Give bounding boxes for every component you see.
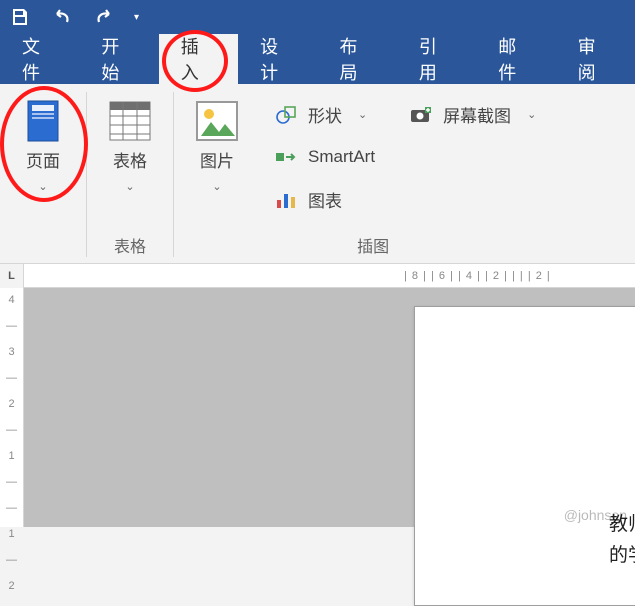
tab-label: 审阅 xyxy=(578,33,613,85)
ribbon: 页面 ⌄ 表格 ⌄ 表格 图片 ⌄ 形状 xyxy=(0,84,635,264)
quick-access-toolbar: ▾ xyxy=(0,0,635,34)
horizontal-ruler[interactable]: | 8 | | 6 | | 4 | | 2 | | | | 2 | xyxy=(24,264,635,287)
tab-label: 布局 xyxy=(340,33,375,85)
ruler-v-mark: 1 xyxy=(8,528,14,540)
ruler-row: L | 8 | | 6 | | 4 | | 2 | | | | 2 | xyxy=(0,264,635,288)
pages-button[interactable]: 页面 ⌄ xyxy=(14,94,72,197)
ruler-v-mark: — xyxy=(6,424,17,436)
ruler-v-mark: — xyxy=(6,372,17,384)
tab-references[interactable]: 引用 xyxy=(397,34,476,84)
smartart-label: SmartArt xyxy=(308,147,375,167)
watermark: @johnson xyxy=(564,507,627,523)
ribbon-group-illustrations: 图片 ⌄ 形状 ⌄ SmartArt 图表 xyxy=(174,84,572,263)
chevron-down-icon: ⌄ xyxy=(212,180,221,193)
chevron-down-icon: ⌄ xyxy=(38,180,47,193)
ruler-v-mark: 1 xyxy=(8,450,14,462)
screenshot-button[interactable]: 屏幕截图 ⌄ xyxy=(403,100,542,129)
chart-icon xyxy=(274,188,298,212)
ruler-v-mark: 2 xyxy=(8,398,14,410)
table-icon xyxy=(107,98,153,144)
qat-dropdown-icon[interactable]: ▾ xyxy=(134,12,144,23)
pages-icon xyxy=(20,98,66,144)
document-canvas[interactable]: 教师 的学 xyxy=(24,288,635,527)
picture-icon xyxy=(194,98,240,144)
ruler-v-mark: 3 xyxy=(8,346,14,358)
illustrations-small-buttons: 形状 ⌄ SmartArt 图表 xyxy=(268,94,381,214)
pictures-button[interactable]: 图片 ⌄ xyxy=(188,94,246,197)
ruler-h-marks: | 8 | | 6 | | 4 | | 2 | | | | 2 | xyxy=(404,270,551,282)
text-line: 的学 xyxy=(609,541,635,571)
ruler-v-mark: — xyxy=(6,502,17,514)
tab-insert[interactable]: 插入 xyxy=(159,34,238,84)
chevron-down-icon: ⌄ xyxy=(125,180,134,193)
table-label: 表格 xyxy=(113,152,147,172)
tab-home[interactable]: 开始 xyxy=(79,34,158,84)
table-button[interactable]: 表格 ⌄ xyxy=(101,94,159,197)
ribbon-group-tables: 表格 ⌄ 表格 xyxy=(87,84,173,263)
pictures-label: 图片 xyxy=(200,152,234,172)
pages-label: 页面 xyxy=(26,152,60,172)
ruler-v-mark: — xyxy=(6,320,17,332)
illustrations-small-buttons-2: 屏幕截图 ⌄ xyxy=(403,94,542,129)
tab-label: 开始 xyxy=(101,33,136,85)
undo-icon[interactable] xyxy=(50,5,74,29)
tab-label: 插入 xyxy=(181,33,216,85)
smartart-button[interactable]: SmartArt xyxy=(268,143,381,171)
tab-label: 引用 xyxy=(419,33,454,85)
group-label-tables: 表格 xyxy=(87,233,173,257)
tab-mailings[interactable]: 邮件 xyxy=(476,34,555,84)
chevron-down-icon: ⌄ xyxy=(527,108,536,121)
tab-layout[interactable]: 布局 xyxy=(318,34,397,84)
redo-icon[interactable] xyxy=(92,5,116,29)
tab-review[interactable]: 审阅 xyxy=(556,34,635,84)
document-page[interactable]: 教师 的学 xyxy=(414,306,635,606)
tab-label: 文件 xyxy=(22,33,57,85)
vertical-ruler[interactable]: 4 — 3 — 2 — 1 — — 1 — 2 xyxy=(0,288,24,527)
tab-file[interactable]: 文件 xyxy=(0,34,79,84)
chart-label: 图表 xyxy=(308,187,342,212)
ruler-v-mark: — xyxy=(6,554,17,566)
shapes-button[interactable]: 形状 ⌄ xyxy=(268,100,381,129)
shapes-icon xyxy=(274,103,298,127)
ruler-v-mark: 4 xyxy=(8,294,14,306)
ruler-corner[interactable]: L xyxy=(0,264,24,288)
ruler-v-mark: 2 xyxy=(8,580,14,592)
document-area: 4 — 3 — 2 — 1 — — 1 — 2 教师 的学 xyxy=(0,288,635,527)
ribbon-tabs: 文件 开始 插入 设计 布局 引用 邮件 审阅 xyxy=(0,34,635,84)
tab-label: 邮件 xyxy=(498,33,533,85)
ruler-v-mark: — xyxy=(6,476,17,488)
screenshot-label: 屏幕截图 xyxy=(443,102,511,127)
ribbon-group-pages: 页面 ⌄ xyxy=(0,84,86,263)
save-icon[interactable] xyxy=(8,5,32,29)
group-label-illustrations: 插图 xyxy=(174,233,572,257)
chart-button[interactable]: 图表 xyxy=(268,185,381,214)
tab-design[interactable]: 设计 xyxy=(238,34,317,84)
shapes-label: 形状 xyxy=(308,102,342,127)
screenshot-icon xyxy=(409,103,433,127)
tab-label: 设计 xyxy=(260,33,295,85)
smartart-icon xyxy=(274,145,298,169)
chevron-down-icon: ⌄ xyxy=(358,108,367,121)
